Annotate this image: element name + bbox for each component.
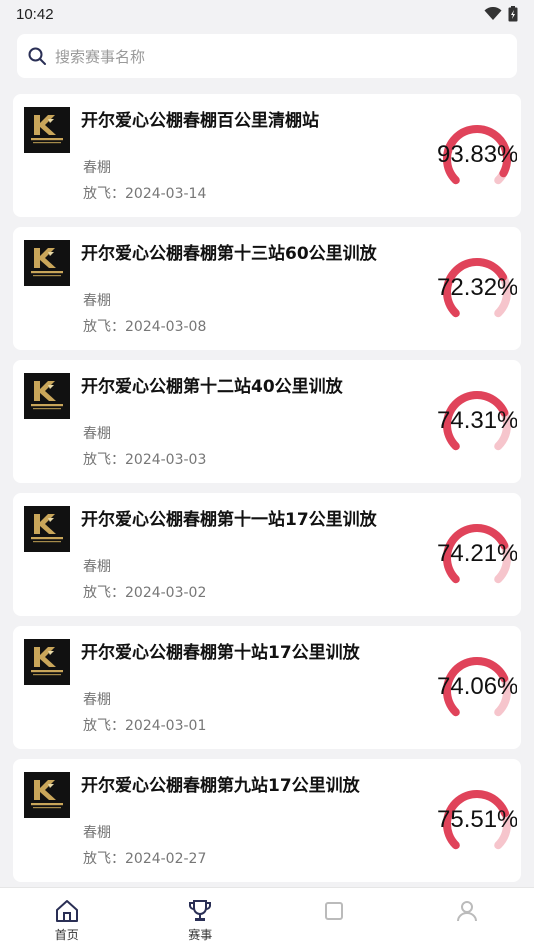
race-title: 开尔爱心公棚第十二站40公里训放 <box>81 377 343 397</box>
return-rate-gauge: 74.31% <box>437 385 517 465</box>
nav-events[interactable]: 赛事 <box>134 888 268 950</box>
status-time: 10:42 <box>16 5 54 23</box>
user-icon <box>454 898 480 924</box>
nav-profile[interactable] <box>401 888 534 950</box>
battery-icon <box>508 6 518 22</box>
nav-home[interactable]: 首页 <box>0 888 134 950</box>
race-loft: 春棚 <box>83 825 111 841</box>
search-icon <box>27 46 47 66</box>
race-release-date: 放飞：2024-03-01 <box>83 718 207 734</box>
race-release-date: 放飞：2024-03-02 <box>83 585 207 601</box>
return-rate-text: 74.31% <box>437 407 517 434</box>
wifi-icon <box>484 7 502 21</box>
race-title: 开尔爱心公棚春棚第九站17公里训放 <box>81 776 360 796</box>
race-loft: 春棚 <box>83 293 111 309</box>
race-card[interactable]: 开尔爱心公棚春棚第十三站60公里训放 春棚 放飞：2024-03-08 72.3… <box>13 227 521 350</box>
return-rate-text: 75.51% <box>437 806 517 833</box>
race-release-date: 放飞：2024-02-27 <box>83 851 207 867</box>
loft-logo <box>24 240 70 286</box>
nav-icon-3 <box>321 898 347 924</box>
race-release-date: 放飞：2024-03-08 <box>83 319 207 335</box>
race-loft: 春棚 <box>83 559 111 575</box>
return-rate-gauge: 93.83% <box>437 119 517 199</box>
return-rate-text: 72.32% <box>437 274 517 301</box>
search-input[interactable]: 搜索赛事名称 <box>17 34 517 78</box>
race-card[interactable]: 开尔爱心公棚第十二站40公里训放 春棚 放飞：2024-03-03 74.31% <box>13 360 521 483</box>
race-release-date: 放飞：2024-03-03 <box>83 452 207 468</box>
race-loft: 春棚 <box>83 426 111 442</box>
return-rate-gauge: 72.32% <box>437 252 517 332</box>
loft-logo <box>24 506 70 552</box>
race-release-date: 放飞：2024-03-14 <box>83 186 207 202</box>
loft-logo <box>24 107 70 153</box>
return-rate-gauge: 74.21% <box>437 518 517 598</box>
race-title: 开尔爱心公棚春棚第十站17公里训放 <box>81 643 360 663</box>
loft-logo <box>24 373 70 419</box>
race-card[interactable]: 开尔爱心公棚春棚第十一站17公里训放 春棚 放飞：2024-03-02 74.2… <box>13 493 521 616</box>
race-card[interactable]: 开尔爱心公棚春棚第九站17公里训放 春棚 放飞：2024-02-27 75.51… <box>13 759 521 882</box>
search-placeholder: 搜索赛事名称 <box>55 47 146 66</box>
home-icon <box>54 898 80 924</box>
return-rate-text: 93.83% <box>437 141 517 168</box>
nav-home-label: 首页 <box>54 928 79 942</box>
race-title: 开尔爱心公棚春棚第十三站60公里训放 <box>81 244 377 264</box>
nav-events-label: 赛事 <box>188 928 213 942</box>
trophy-icon <box>187 898 213 924</box>
race-title: 开尔爱心公棚春棚第十一站17公里训放 <box>81 510 377 530</box>
race-title: 开尔爱心公棚春棚百公里清棚站 <box>81 111 319 131</box>
status-bar: 10:42 <box>0 0 534 28</box>
race-card[interactable]: 开尔爱心公棚春棚第十站17公里训放 春棚 放飞：2024-03-01 74.06… <box>13 626 521 749</box>
loft-logo <box>24 772 70 818</box>
return-rate-text: 74.06% <box>437 673 517 700</box>
nav-item-3[interactable] <box>267 888 401 950</box>
race-loft: 春棚 <box>83 692 111 708</box>
return-rate-gauge: 75.51% <box>437 784 517 864</box>
return-rate-text: 74.21% <box>437 540 517 567</box>
return-rate-gauge: 74.06% <box>437 651 517 731</box>
race-loft: 春棚 <box>83 160 111 176</box>
loft-logo <box>24 639 70 685</box>
race-card[interactable]: 开尔爱心公棚春棚百公里清棚站 春棚 放飞：2024-03-14 93.83% <box>13 94 521 217</box>
status-icons <box>484 6 518 22</box>
bottom-nav: 首页 赛事 <box>0 887 534 950</box>
